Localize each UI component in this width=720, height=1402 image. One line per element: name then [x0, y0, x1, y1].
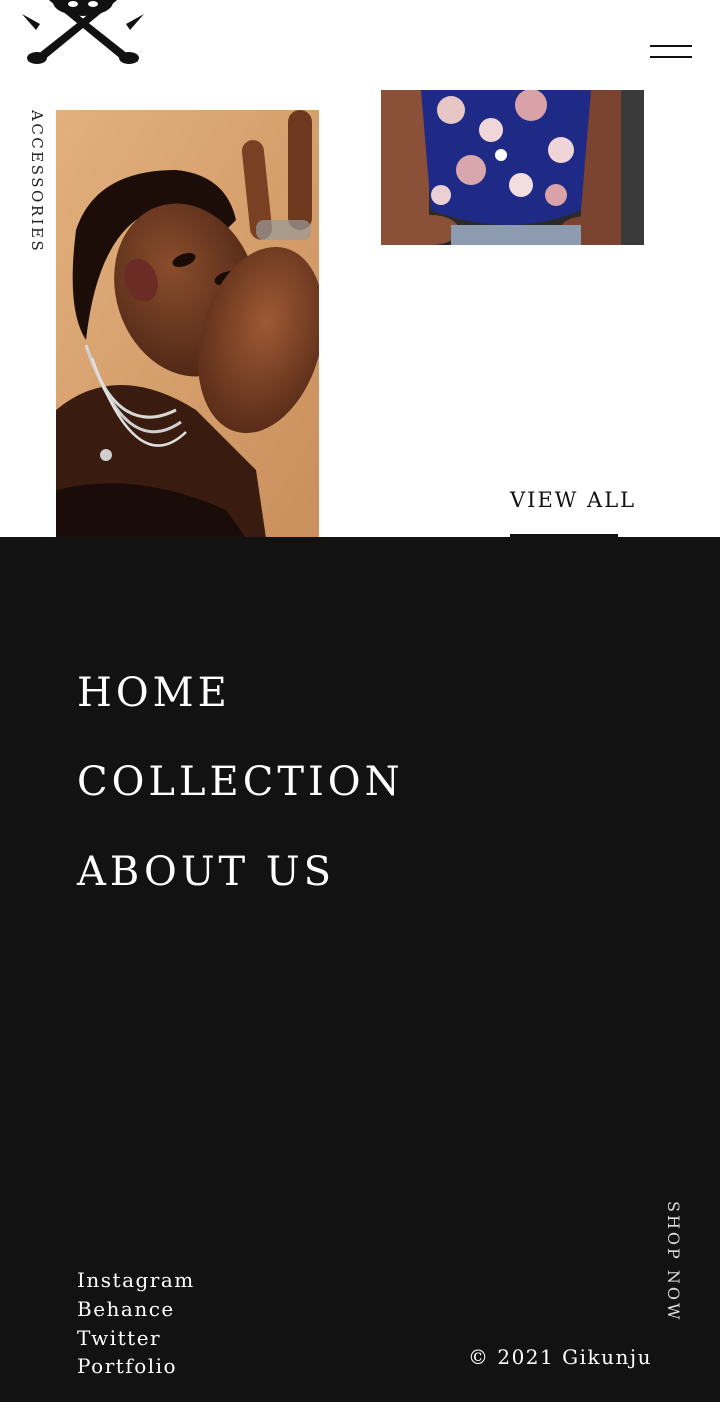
hamburger-line-icon: [650, 45, 692, 47]
hamburger-line-icon: [650, 56, 692, 58]
footer-nav-about-us[interactable]: ABOUT US: [77, 849, 335, 895]
copyright-text: © 2021 Gikunju: [468, 1345, 652, 1369]
social-link-portfolio[interactable]: Portfolio: [77, 1352, 177, 1380]
footer-nav-collection[interactable]: COLLECTION: [77, 759, 404, 805]
crossed-swords-logo-icon: [22, 0, 144, 64]
shop-now-link[interactable]: SHOP NOW: [664, 1201, 683, 1322]
accessories-photo[interactable]: [56, 110, 319, 538]
category-label-accessories[interactable]: ACCESSORIES: [28, 110, 46, 253]
view-all-link[interactable]: VIEW ALL: [510, 488, 636, 512]
social-link-behance[interactable]: Behance: [77, 1295, 175, 1323]
footer: HOME COLLECTION ABOUT US SHOP NOW Instag…: [0, 537, 720, 1402]
shirt-photo[interactable]: [381, 90, 644, 245]
brand-logo[interactable]: [22, 0, 144, 68]
footer-nav-home[interactable]: HOME: [77, 670, 231, 716]
menu-button[interactable]: [645, 40, 697, 64]
social-link-twitter[interactable]: Twitter: [77, 1324, 161, 1352]
social-link-instagram[interactable]: Instagram: [77, 1266, 195, 1294]
